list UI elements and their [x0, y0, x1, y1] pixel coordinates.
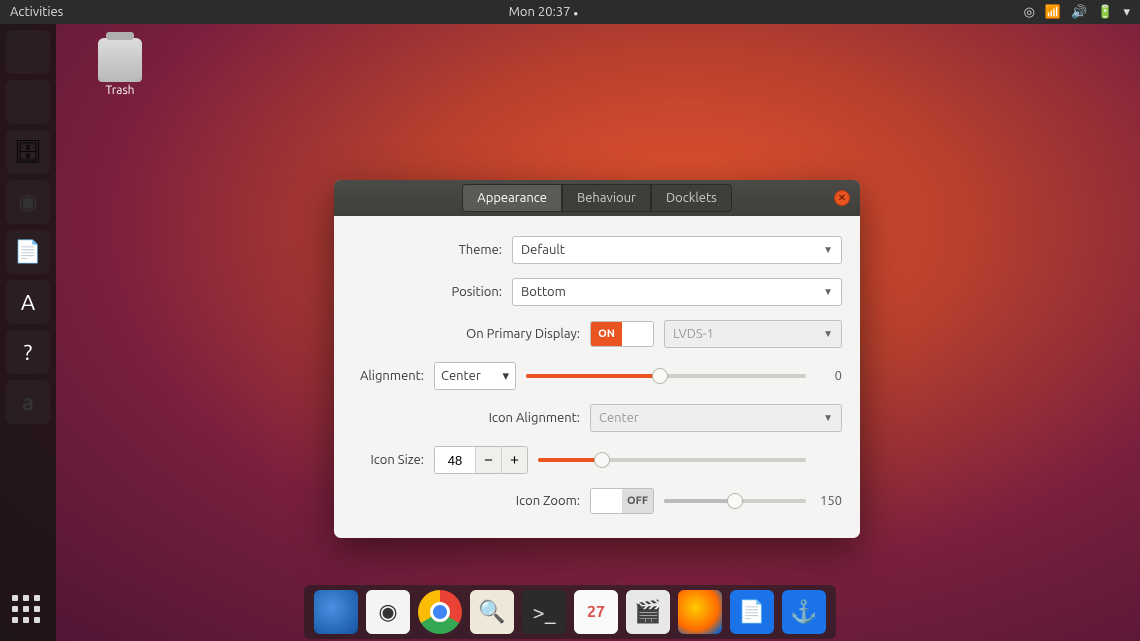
icon-size-minus-button[interactable]: −	[475, 447, 501, 473]
icon-zoom-value: 150	[814, 494, 842, 508]
dock-rhythmbox-icon[interactable]: ◉	[6, 180, 50, 224]
icon-alignment-label: Icon Alignment:	[352, 411, 580, 425]
trash-label: Trash	[90, 84, 150, 97]
theme-label: Theme:	[352, 243, 502, 257]
dock-firefox-icon[interactable]	[678, 590, 722, 634]
dock-chrome-icon[interactable]	[418, 590, 462, 634]
dock-video-icon[interactable]: 🎬	[626, 590, 670, 634]
close-button[interactable]: ✕	[834, 190, 850, 206]
dock-firefox-icon[interactable]	[6, 30, 50, 74]
tab-docklets[interactable]: Docklets	[651, 184, 732, 212]
icon-zoom-slider[interactable]	[664, 499, 806, 503]
icon-zoom-toggle[interactable]: OFF	[590, 488, 654, 514]
position-select[interactable]: Bottom▼	[512, 278, 842, 306]
volume-icon[interactable]: 🔊	[1071, 5, 1087, 20]
dock-calendar-icon[interactable]: 27	[574, 590, 618, 634]
dock-amazon-icon[interactable]: a	[6, 380, 50, 424]
chevron-down-icon: ▼	[823, 286, 833, 298]
display-select: LVDS-1▼	[664, 320, 842, 348]
ubuntu-dock: 🗄 ◉ 📄 A ? a	[0, 24, 56, 641]
tab-behaviour[interactable]: Behaviour	[562, 184, 651, 212]
plank-dock: ◉ 🔍 >_ 27 🎬 📄 ⚓	[304, 585, 836, 639]
activities-button[interactable]: Activities	[10, 5, 63, 19]
dock-thunderbird-icon[interactable]	[6, 80, 50, 124]
dock-files-icon[interactable]: 🗄	[6, 130, 50, 174]
plank-preferences-window: Appearance Behaviour Docklets ✕ Theme: D…	[334, 180, 860, 538]
dock-plank-icon[interactable]: ⚓	[782, 590, 826, 634]
primary-display-toggle[interactable]: ON	[590, 321, 654, 347]
system-indicators[interactable]: ◎ 📶 🔊 🔋 ▾	[1024, 5, 1130, 20]
dock-terminal-icon[interactable]: >_	[522, 590, 566, 634]
dock-rhythmbox-icon[interactable]: ◉	[366, 590, 410, 634]
chevron-down-icon: ▾	[502, 369, 509, 384]
settings-icon[interactable]: ◎	[1024, 5, 1035, 20]
alignment-label: Alignment:	[352, 369, 424, 383]
icon-alignment-select: Center▼	[590, 404, 842, 432]
chevron-down-icon: ▼	[823, 412, 833, 424]
alignment-offset-value: 0	[814, 369, 842, 383]
icon-zoom-label: Icon Zoom:	[352, 494, 580, 508]
chevron-down-icon[interactable]: ▾	[1123, 5, 1130, 20]
icon-size-label: Icon Size:	[352, 453, 424, 467]
top-panel: Activities Mon 20:37 ● ◎ 📶 🔊 🔋 ▾	[0, 0, 1140, 24]
icon-size-slider[interactable]	[538, 458, 806, 462]
position-label: Position:	[352, 285, 502, 299]
icon-size-input[interactable]	[435, 447, 475, 473]
show-applications-icon[interactable]	[12, 595, 44, 627]
alignment-offset-slider[interactable]	[526, 374, 806, 378]
icon-size-plus-button[interactable]: +	[501, 447, 527, 473]
network-icon[interactable]: 📶	[1045, 5, 1061, 20]
desktop-trash[interactable]: Trash	[90, 38, 150, 97]
dock-thunderbird-icon[interactable]	[314, 590, 358, 634]
trash-icon	[98, 38, 142, 82]
dock-writer-icon[interactable]: 📄	[6, 230, 50, 274]
alignment-select[interactable]: Center▾	[434, 362, 516, 390]
primary-display-label: On Primary Display:	[352, 327, 580, 341]
dock-writer-icon[interactable]: 📄	[730, 590, 774, 634]
clock[interactable]: Mon 20:37 ●	[63, 5, 1023, 19]
tab-appearance[interactable]: Appearance	[462, 184, 562, 212]
theme-select[interactable]: Default▼	[512, 236, 842, 264]
chevron-down-icon: ▼	[823, 328, 833, 340]
battery-icon[interactable]: 🔋	[1097, 5, 1113, 20]
dock-image-viewer-icon[interactable]: 🔍	[470, 590, 514, 634]
dock-help-icon[interactable]: ?	[6, 330, 50, 374]
window-titlebar[interactable]: Appearance Behaviour Docklets ✕	[334, 180, 860, 216]
dock-software-icon[interactable]: A	[6, 280, 50, 324]
chevron-down-icon: ▼	[823, 244, 833, 256]
close-icon: ✕	[838, 192, 846, 204]
icon-size-stepper[interactable]: − +	[434, 446, 528, 474]
